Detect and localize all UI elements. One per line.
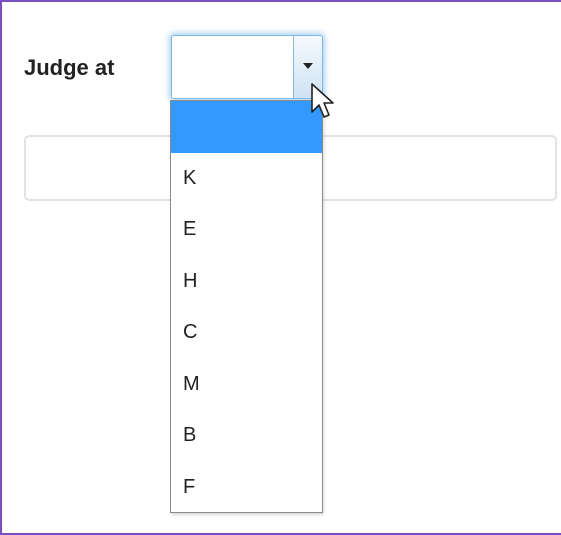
option-b[interactable]: B bbox=[171, 410, 322, 462]
option-e[interactable]: E bbox=[171, 204, 322, 256]
option-c[interactable]: C bbox=[171, 307, 322, 359]
select-options-list[interactable]: K E H C M B F bbox=[170, 100, 323, 513]
window-frame: Judge at K E H C M B F bbox=[0, 0, 561, 535]
option-h[interactable]: H bbox=[171, 256, 322, 308]
mouse-pointer-icon bbox=[311, 83, 334, 118]
chevron-down-icon bbox=[303, 63, 313, 69]
option-f[interactable]: F bbox=[171, 462, 322, 514]
judge-at-select[interactable] bbox=[171, 35, 323, 99]
option-m[interactable]: M bbox=[171, 359, 322, 411]
judge-at-label: Judge at bbox=[24, 55, 115, 80]
option-blank[interactable] bbox=[171, 101, 322, 153]
option-k[interactable]: K bbox=[171, 153, 322, 205]
